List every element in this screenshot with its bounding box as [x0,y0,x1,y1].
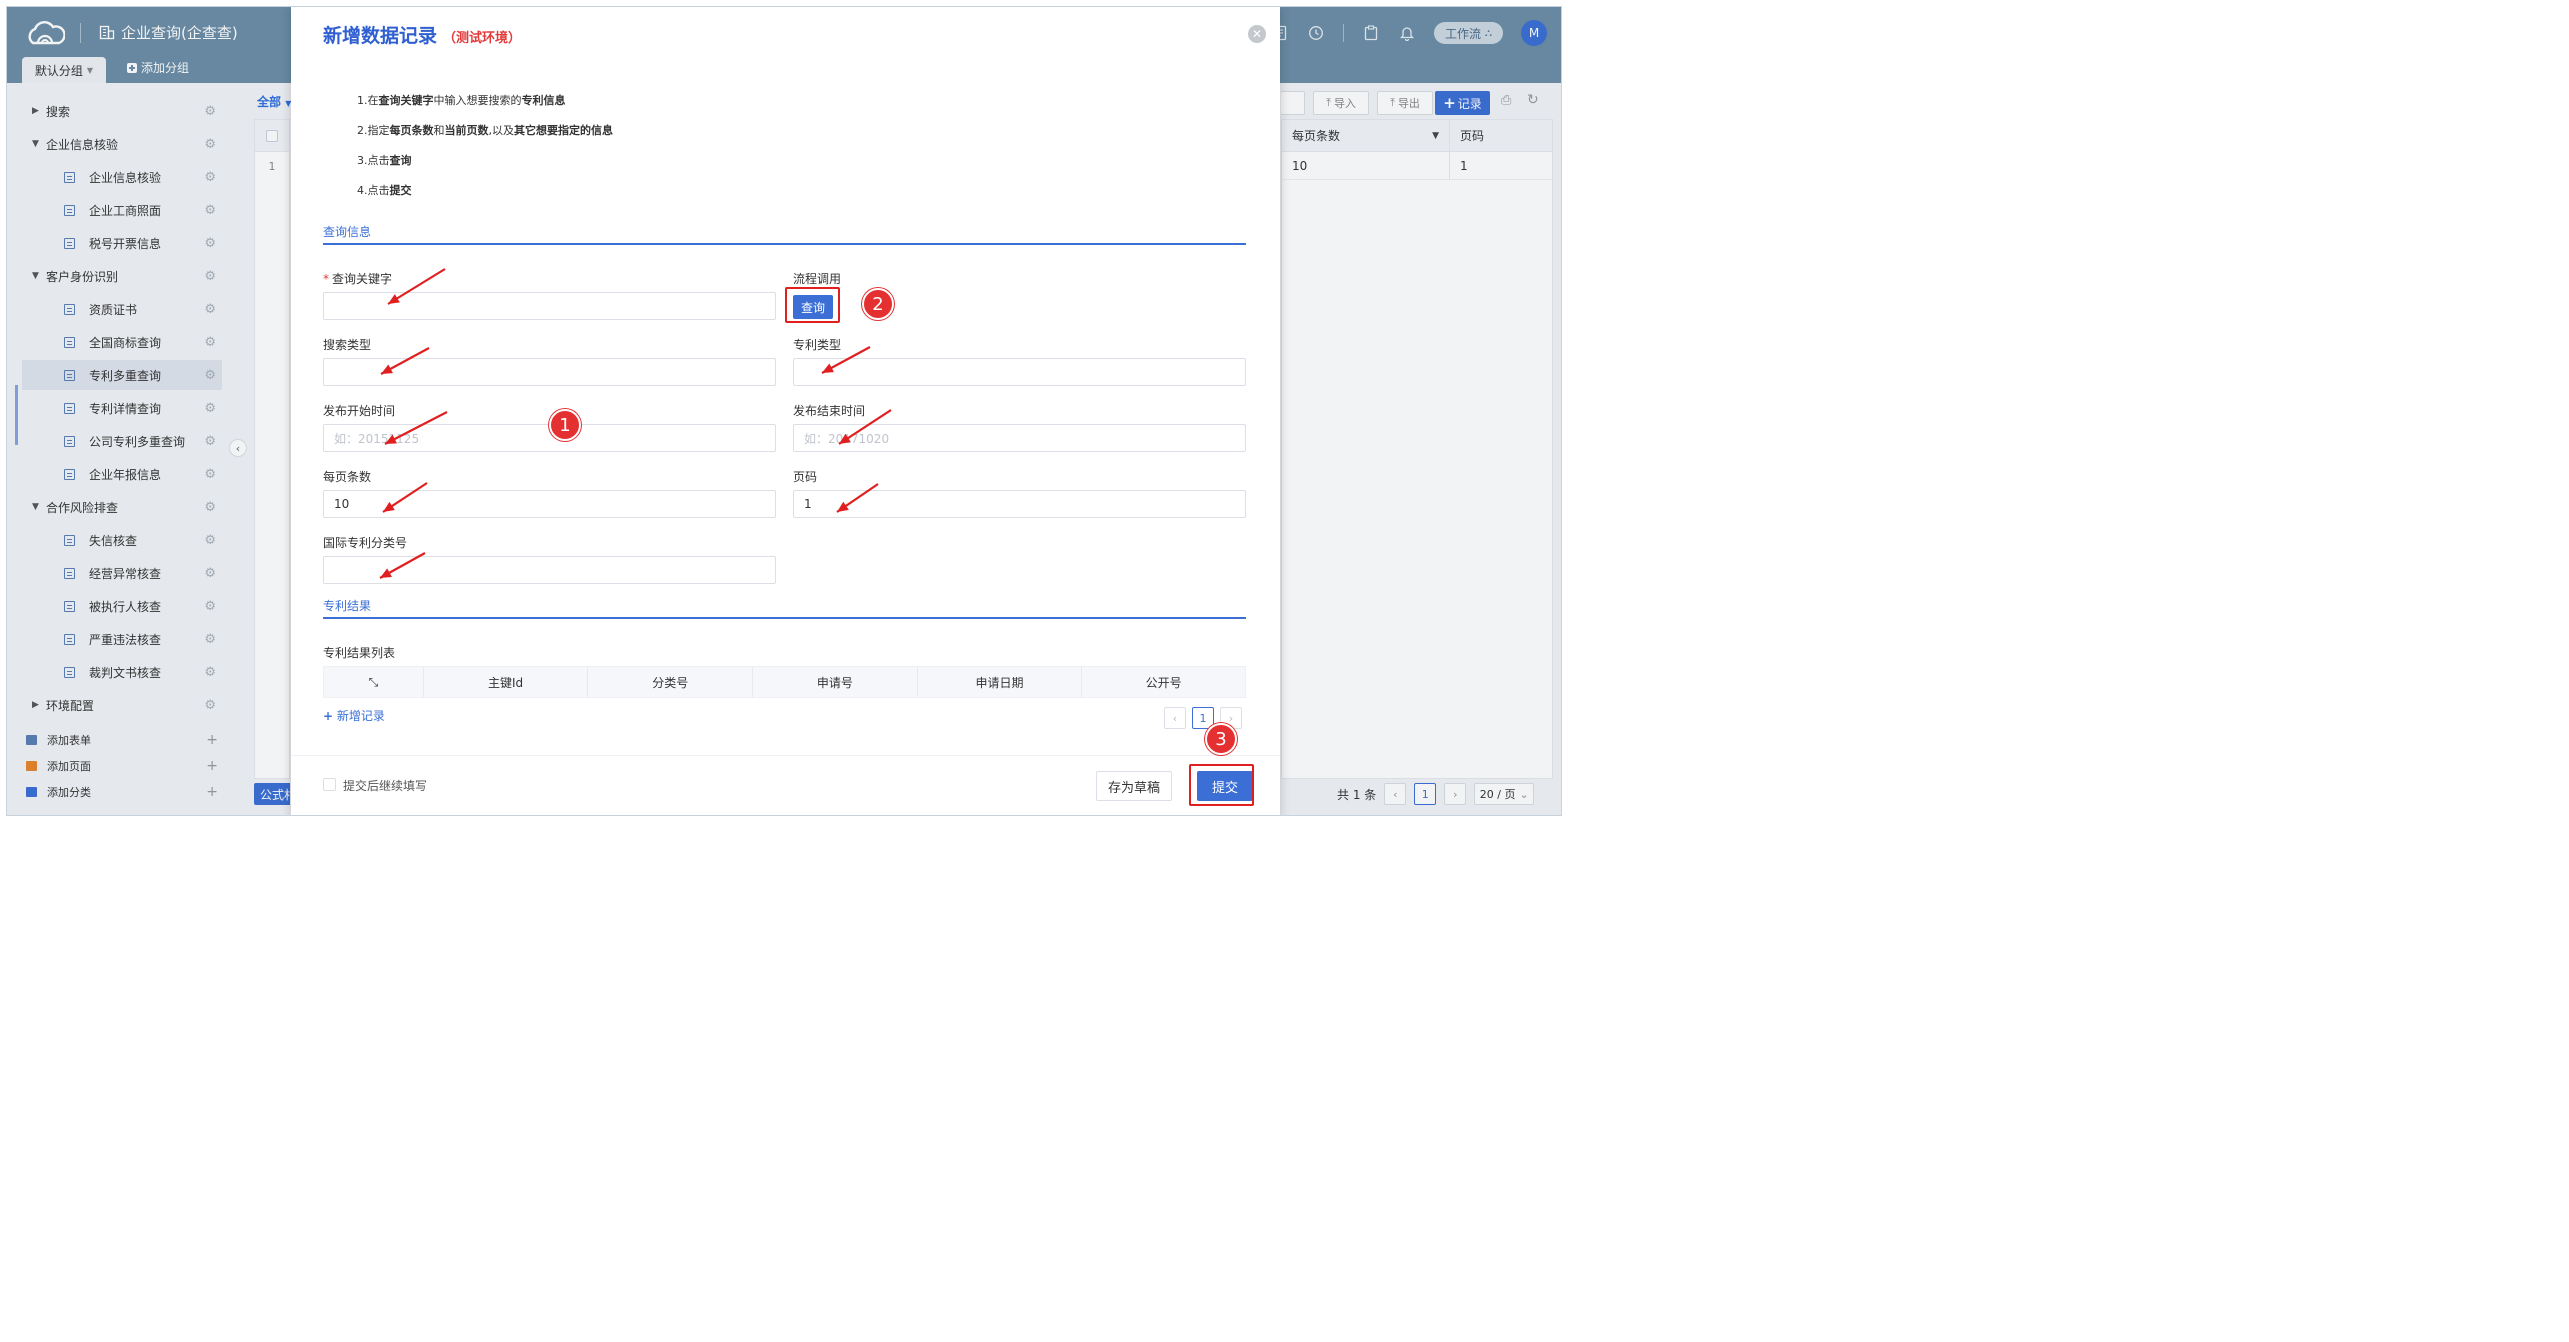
instruction-number: 4. [357,184,368,197]
instruction-line: 1.在查询关键字中输入想要搜索的专利信息 [357,92,566,108]
instruction-text: 在 [367,94,379,107]
annotation-badge-1: 1 [549,409,581,441]
start-time-label: 发布开始时间 [323,404,396,418]
instruction-number: 1. [357,94,368,107]
keyword-input[interactable] [323,292,776,320]
add-row-label: 新增记录 [336,709,385,723]
environment-tag: （测试环境） [443,31,522,46]
page-size-input[interactable]: 10 [323,490,776,518]
instruction-line: 2.指定每页条数和当前页数,以及其它想要指定的信息 [357,122,613,138]
instruction-text: 查询 [389,154,412,167]
result-column-header: 分类号 [588,667,754,697]
instruction-text: 指定 [367,124,390,137]
app-window: 企业查询(企查查) 默认分组 ▼ 添加分组 工作流 ⛬ M ▶ 搜索 ⚙ ▼ 企业信息核… [6,6,1562,816]
page-size-label: 每页条数 [323,470,372,484]
annotation-badge-3: 3 [1205,723,1237,755]
instruction-text: 点击 [367,184,390,197]
result-column-header: 主键Id [424,667,589,697]
plus-icon: + [323,709,334,723]
instruction-text: 专利信息 [521,94,566,107]
result-column-header: 公开号 [1145,675,1182,690]
instruction-text: ,以及 [488,124,515,137]
patent-type-label: 专利类型 [793,338,842,352]
instruction-text: 查询关键字 [378,94,434,107]
instruction-number: 3. [357,154,368,167]
page-no-input[interactable]: 1 [793,490,1246,518]
section-query-info: 查询信息 [323,223,1246,245]
required-mark: * [323,272,329,286]
result-table-header: ⤡ 主键Id 分类号 申请号 申请日期 公开号 [323,666,1246,698]
instruction-text: 每页条数 [389,124,434,137]
instruction-text: 中输入想要搜索的 [433,94,522,107]
page-no-label: 页码 [793,470,818,484]
instruction-line: 3.点击查询 [357,152,412,168]
result-list-label: 专利结果列表 [323,646,396,660]
annotation-frame-submit [1189,764,1254,806]
instruction-text: 提交 [389,184,412,197]
dialog-title: 新增数据记录 （测试环境） [323,21,521,48]
result-column-header: 申请日期 [918,667,1083,697]
annotation-badge-2: 2 [862,288,894,320]
search-type-label: 搜索类型 [323,338,372,352]
flow-label: 流程调用 [793,272,842,286]
expand-icon[interactable]: ⤡ [324,667,424,697]
instruction-text: 点击 [367,154,390,167]
continue-checkbox[interactable] [323,778,336,791]
end-time-label: 发布结束时间 [793,404,866,418]
new-record-dialog: 新增数据记录 （测试环境） ✕ 1.在查询关键字中输入想要搜索的专利信息 2.指… [291,7,1280,815]
result-column-header: 申请号 [753,667,918,697]
keyword-label-text: 查询关键字 [332,272,393,286]
continue-label: 提交后继续填写 [343,779,428,793]
prev-page-button[interactable]: ‹ [1164,707,1186,729]
end-time-input[interactable]: 如：20171020 [793,424,1246,452]
section-title: 查询信息 [323,225,372,239]
ipc-input[interactable] [323,556,776,584]
instruction-text: 当前页数 [444,124,489,137]
annotation-frame-query [785,287,840,323]
section-title: 专利结果 [323,599,372,613]
keyword-label: * 查询关键字 [323,270,392,287]
search-type-input[interactable] [323,358,776,386]
instruction-line: 4.点击提交 [357,182,412,198]
instruction-text: 和 [433,124,445,137]
dialog-title-text: 新增数据记录 [323,25,438,47]
section-patent-result: 专利结果 [323,597,1246,619]
patent-type-input[interactable] [793,358,1246,386]
instruction-text: 其它想要指定的信息 [514,124,613,137]
close-icon[interactable]: ✕ [1248,25,1266,43]
ipc-label: 国际专利分类号 [323,536,408,550]
instruction-number: 2. [357,124,368,137]
add-row-link[interactable]: + 新增记录 [323,707,385,724]
save-draft-button[interactable]: 存为草稿 [1096,771,1172,801]
